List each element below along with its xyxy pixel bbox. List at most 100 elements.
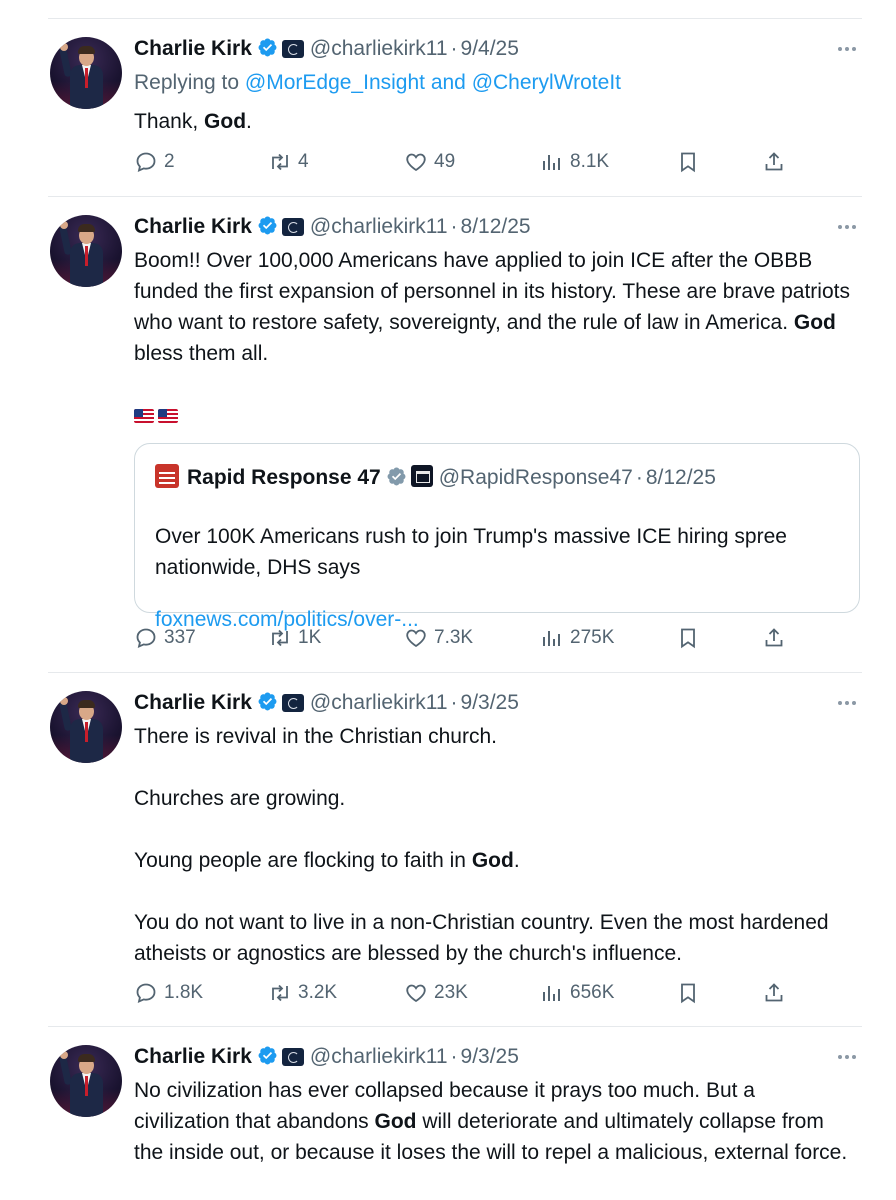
author-handle[interactable]: @charliekirk11 <box>310 37 448 60</box>
replying-to: Replying to @MorEdge_Insight and @Cheryl… <box>134 67 854 98</box>
quote-date[interactable]: 8/12/25 <box>646 466 716 489</box>
bookmark-button[interactable] <box>676 148 706 176</box>
share-button[interactable] <box>762 148 792 176</box>
views-icon <box>543 631 560 646</box>
share-icon <box>765 628 783 647</box>
author-name[interactable]: Charlie Kirk <box>134 215 252 238</box>
paragraph: Young people are flocking to faith in Go… <box>134 845 854 876</box>
bookmark-button[interactable] <box>676 979 706 1007</box>
separator: · <box>450 691 458 714</box>
more-options-icon[interactable] <box>838 1054 858 1060</box>
tweet-text: Thank, God. <box>134 106 854 137</box>
replying-to-users[interactable]: @MorEdge_Insight and @CherylWroteIt <box>245 71 621 94</box>
like-button[interactable]: 49 <box>404 148 455 176</box>
us-flag-icon <box>158 409 178 423</box>
divider <box>48 1026 862 1027</box>
repost-button[interactable]: 1K <box>268 624 321 652</box>
verified-badge-icon[interactable] <box>257 691 278 719</box>
reply-icon <box>136 152 156 173</box>
share-button[interactable] <box>762 979 792 1007</box>
reply-button[interactable]: 2 <box>134 148 175 176</box>
text-bold: God <box>204 110 247 133</box>
affiliation-badge-icon[interactable] <box>281 1048 304 1066</box>
verified-badge-icon[interactable] <box>386 466 407 494</box>
author-name[interactable]: Charlie Kirk <box>134 1045 252 1068</box>
tweet-text: There is revival in the Christian church… <box>134 721 854 969</box>
more-options-icon[interactable] <box>838 700 858 706</box>
verified-badge-icon[interactable] <box>257 37 278 65</box>
text-bold: God <box>793 311 836 334</box>
share-button[interactable] <box>762 624 792 652</box>
tweet-date[interactable]: 8/12/25 <box>461 215 531 238</box>
more-options-icon[interactable] <box>838 224 858 230</box>
reply-count: 2 <box>164 151 175 172</box>
verified-badge-icon[interactable] <box>257 215 278 243</box>
separator: · <box>450 37 458 60</box>
tweet-text: No civilization has ever collapsed becau… <box>134 1075 854 1168</box>
divider <box>48 196 862 197</box>
more-options-icon[interactable] <box>838 46 858 52</box>
bookmark-button[interactable] <box>676 624 706 652</box>
text-bold: God <box>471 849 514 872</box>
us-flag-icon <box>134 409 154 423</box>
bookmark-icon <box>681 983 695 1004</box>
views-button[interactable]: 8.1K <box>540 148 609 176</box>
flag-emojis <box>134 400 854 431</box>
author-name[interactable]: Charlie Kirk <box>134 37 252 60</box>
author-name[interactable]: Charlie Kirk <box>134 691 252 714</box>
repost-count: 1K <box>298 627 322 648</box>
repost-count: 4 <box>298 151 309 172</box>
views-button[interactable]: 275K <box>540 624 614 652</box>
repost-button[interactable]: 4 <box>268 148 309 176</box>
text-segment: Thank, <box>134 110 205 133</box>
like-count: 7.3K <box>434 627 474 648</box>
affiliation-badge-icon[interactable] <box>281 40 304 58</box>
paragraph: There is revival in the Christian church… <box>134 725 497 748</box>
view-count: 656K <box>570 982 615 1003</box>
reply-button[interactable]: 1.8K <box>134 979 203 1007</box>
white-house-badge-icon[interactable] <box>410 465 433 487</box>
separator: · <box>635 466 643 489</box>
divider <box>48 18 862 19</box>
share-icon <box>765 983 783 1002</box>
author-handle[interactable]: @charliekirk11 <box>310 1045 448 1068</box>
divider <box>48 672 862 673</box>
repost-icon <box>272 984 288 1002</box>
repost-count: 3.2K <box>298 982 338 1003</box>
like-icon <box>406 984 426 1003</box>
like-count: 23K <box>434 982 468 1003</box>
quote-author-handle[interactable]: @RapidResponse47 <box>439 466 633 489</box>
like-button[interactable]: 23K <box>404 979 468 1007</box>
affiliation-badge-icon[interactable] <box>281 694 304 712</box>
reply-count: 1.8K <box>164 982 204 1003</box>
reply-button[interactable]: 337 <box>134 624 196 652</box>
view-count: 8.1K <box>570 151 610 172</box>
quoted-tweet[interactable]: Rapid Response 47 @RapidResponse47 · 8/12/2… <box>134 443 860 631</box>
view-count: 275K <box>570 627 615 648</box>
repost-button[interactable]: 3.2K <box>268 979 337 1007</box>
verified-badge-icon[interactable] <box>257 1045 278 1073</box>
avatar[interactable] <box>50 1045 122 1117</box>
author-handle[interactable]: @charliekirk11 <box>310 215 448 238</box>
like-count: 49 <box>434 151 456 172</box>
separator: · <box>450 215 458 238</box>
avatar[interactable] <box>50 691 122 763</box>
affiliation-badge-icon[interactable] <box>281 218 304 236</box>
bookmark-icon <box>681 152 695 173</box>
tweet-header: Charlie Kirk @charliekirk11 · 9/3/25 <box>134 1044 519 1073</box>
tweet-date[interactable]: 9/3/25 <box>461 691 519 714</box>
avatar[interactable] <box>50 37 122 109</box>
bookmark-icon <box>681 628 695 649</box>
avatar[interactable] <box>50 215 122 287</box>
separator: · <box>450 1045 458 1068</box>
views-button[interactable]: 656K <box>540 979 614 1007</box>
rapid-response-avatar[interactable] <box>155 464 179 488</box>
quote-author-name[interactable]: Rapid Response 47 <box>187 466 381 489</box>
author-handle[interactable]: @charliekirk11 <box>310 691 448 714</box>
like-icon <box>406 629 426 648</box>
quote-header: Rapid Response 47 @RapidResponse47 · 8/12/2… <box>155 464 716 494</box>
tweet-date[interactable]: 9/4/25 <box>461 37 519 60</box>
like-button[interactable]: 7.3K <box>404 624 473 652</box>
tweet-date[interactable]: 9/3/25 <box>461 1045 519 1068</box>
tweet-text: Boom!! Over 100,000 Americans have appli… <box>134 245 854 369</box>
